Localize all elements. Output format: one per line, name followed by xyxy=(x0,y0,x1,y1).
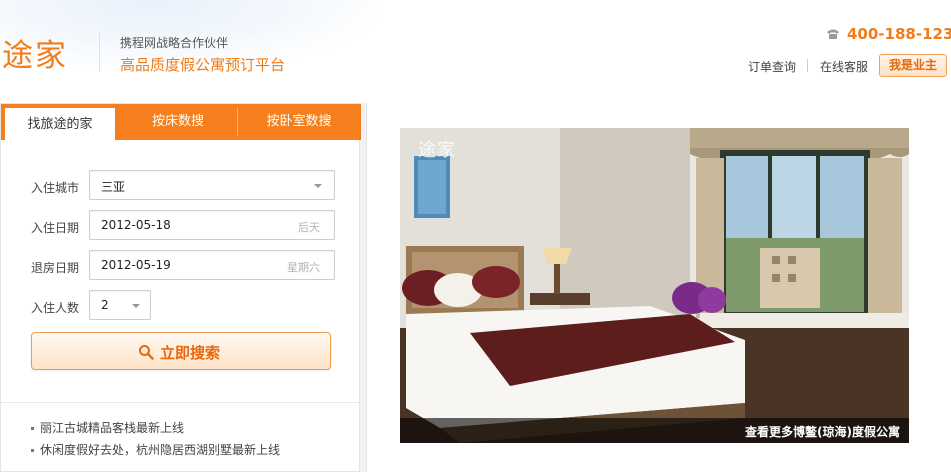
partner-tagline: 携程网战略合作伙伴 xyxy=(120,36,229,50)
checkout-date-input[interactable]: 2012-05-19 星期六 xyxy=(89,250,335,280)
bullet-icon xyxy=(31,427,34,430)
search-panel: 找旅途的家 按床数搜 按卧室数搜 入住城市 三亚 入住日期 2012-05-18… xyxy=(0,103,361,472)
showcase-panel: 途家 查看更多博鳌(琼海)度假公寓 xyxy=(366,103,951,472)
chevron-down-icon xyxy=(314,184,322,188)
checkin-date-value: 2012-05-18 xyxy=(101,218,171,232)
photo-caption-bar[interactable]: 查看更多博鳌(琼海)度假公寓 xyxy=(400,418,909,443)
order-query-link[interactable]: 订单查询 xyxy=(748,58,796,75)
hotline-number: 400-188-1234 xyxy=(847,25,951,43)
checkout-label: 退房日期 xyxy=(31,261,80,275)
tab-by-bedrooms[interactable]: 按卧室数搜 xyxy=(237,104,361,140)
search-button-label: 立即搜索 xyxy=(160,344,221,362)
online-service-link[interactable]: 在线客服 xyxy=(820,58,868,75)
main-content: 找旅途的家 按床数搜 按卧室数搜 入住城市 三亚 入住日期 2012-05-18… xyxy=(0,103,951,472)
checkin-label: 入住日期 xyxy=(31,221,80,235)
checkout-date-value: 2012-05-19 xyxy=(101,258,171,272)
news-divider xyxy=(1,402,359,403)
news-item[interactable]: 休闲度假好去处，杭州隐居西湖别墅最新上线 xyxy=(31,441,280,458)
bedroom-illustration xyxy=(400,128,909,443)
checkout-day-hint: 星期六 xyxy=(287,261,320,274)
bullet-icon xyxy=(31,449,34,452)
tab-by-beds[interactable]: 按床数搜 xyxy=(119,104,237,140)
guests-label: 入住人数 xyxy=(31,301,80,315)
link-separator xyxy=(807,59,808,72)
city-value: 三亚 xyxy=(101,180,126,194)
slogan-tagline: 高品质度假公寓预订平台 xyxy=(120,56,286,74)
search-button[interactable]: 立即搜索 xyxy=(31,332,331,370)
city-select[interactable]: 三亚 xyxy=(89,170,335,200)
checkin-day-hint: 后天 xyxy=(298,221,320,234)
checkin-date-input[interactable]: 2012-05-18 后天 xyxy=(89,210,335,240)
search-tabs: 找旅途的家 按床数搜 按卧室数搜 xyxy=(1,104,361,140)
guests-value: 2 xyxy=(101,298,109,312)
news-item[interactable]: 丽江古城精品客栈最新上线 xyxy=(31,419,184,436)
chevron-down-icon xyxy=(132,304,140,308)
owner-button[interactable]: 我是业主 xyxy=(879,54,947,77)
photo-caption-link[interactable]: 查看更多博鳌(琼海)度假公寓 xyxy=(745,423,900,440)
apartment-photo[interactable]: 途家 查看更多博鳌(琼海)度假公寓 xyxy=(400,128,909,443)
logo-divider xyxy=(99,32,100,72)
search-icon xyxy=(139,345,154,360)
photo-watermark: 途家 xyxy=(418,140,456,161)
news-item-text: 休闲度假好去处，杭州隐居西湖别墅最新上线 xyxy=(40,443,281,457)
tab-find-home[interactable]: 找旅途的家 xyxy=(5,108,115,140)
city-label: 入住城市 xyxy=(31,181,80,195)
site-header: 途家 携程网战略合作伙伴 高品质度假公寓预订平台 400-188-1234 订单… xyxy=(0,0,951,100)
news-item-text: 丽江古城精品客栈最新上线 xyxy=(40,421,185,435)
logo-wordmark: 途家 xyxy=(2,38,68,74)
tujia-logo[interactable]: 途家 xyxy=(0,30,82,74)
guests-select[interactable]: 2 xyxy=(89,290,151,320)
phone-icon xyxy=(827,29,839,39)
